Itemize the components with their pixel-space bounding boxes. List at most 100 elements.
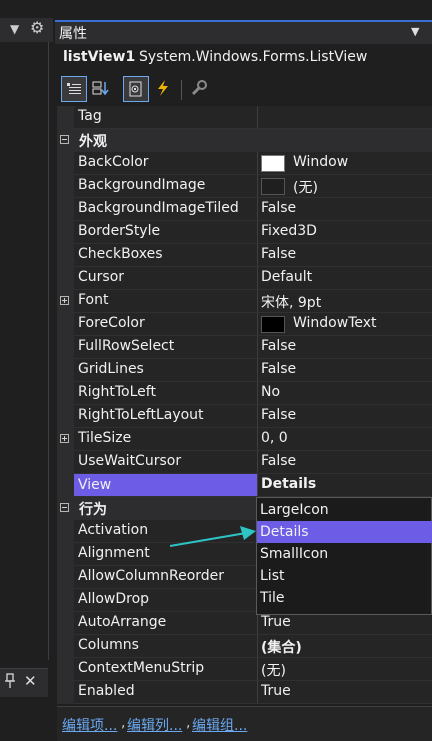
property-row-forecolor[interactable]: ForeColor WindowText [57, 313, 432, 336]
property-value[interactable]: No [261, 384, 280, 400]
property-value[interactable]: False [261, 200, 296, 216]
collapse-icon[interactable] [60, 135, 69, 144]
property-value[interactable]: False [261, 361, 296, 377]
column-divider[interactable] [257, 106, 258, 129]
category-appearance[interactable]: 外观 [57, 129, 432, 152]
dropdown-option-tile[interactable]: Tile [257, 587, 432, 609]
property-row-fullrowselect[interactable]: FullRowSelect False [57, 336, 432, 359]
row-gutter [57, 106, 74, 129]
property-value[interactable]: Details [261, 476, 316, 492]
property-name: Cursor [78, 269, 125, 285]
image-swatch [261, 178, 285, 195]
property-name: FullRowSelect [78, 338, 175, 354]
property-row-usewaitcursor[interactable]: UseWaitCursor False [57, 451, 432, 474]
property-value[interactable]: (无) [293, 177, 318, 197]
object-selector[interactable]: listView1 System.Windows.Forms.ListView [57, 46, 432, 70]
property-name: ContextMenuStrip [78, 660, 205, 676]
panel-title: 属性 [59, 26, 87, 42]
dropdown-option-details[interactable]: Details [257, 521, 432, 543]
property-name: AllowColumnReorder [78, 568, 225, 584]
property-row-view[interactable]: View Details [57, 474, 432, 497]
property-value[interactable]: Fixed3D [261, 223, 317, 239]
property-value[interactable]: False [261, 338, 296, 354]
alphabetical-view-button[interactable] [89, 76, 113, 100]
expand-icon[interactable] [60, 296, 69, 305]
property-value[interactable]: True [261, 614, 291, 630]
property-row-gridlines[interactable]: GridLines False [57, 359, 432, 382]
property-value[interactable]: (集合) [261, 637, 302, 657]
property-name: GridLines [78, 361, 144, 377]
properties-view-button[interactable] [123, 76, 149, 102]
property-name: Enabled [78, 683, 135, 699]
edit-groups-link[interactable]: 编辑组... [192, 715, 247, 735]
property-row-righttoleft[interactable]: RightToLeft No [57, 382, 432, 405]
property-name: Tag [78, 108, 102, 124]
property-row-font[interactable]: Font 宋体, 9pt [57, 290, 432, 313]
color-swatch [261, 316, 285, 333]
property-name: UseWaitCursor [78, 453, 182, 469]
property-row-tilesize[interactable]: TileSize 0, 0 [57, 428, 432, 451]
collapse-icon[interactable] [60, 503, 69, 512]
designer-verbs-bar: 编辑项... , 编辑列... , 编辑组... [57, 706, 432, 741]
property-name: AllowDrop [78, 591, 150, 607]
expand-icon[interactable] [60, 434, 69, 443]
dropdown-option-smallicon[interactable]: SmallIcon [257, 543, 432, 565]
property-name: BackColor [78, 154, 149, 170]
property-name: ForeColor [78, 315, 145, 331]
property-value[interactable]: True [261, 683, 291, 699]
property-value[interactable]: WindowText [293, 315, 377, 331]
close-icon[interactable]: ✕ [24, 672, 37, 690]
property-name: AutoArrange [78, 614, 167, 630]
property-name: BackgroundImage [78, 177, 206, 193]
property-row-enabled[interactable]: Enabled True [57, 681, 432, 704]
property-row-contextmenustrip[interactable]: ContextMenuStrip (无) [57, 658, 432, 681]
property-name: TileSize [78, 430, 132, 446]
dropdown-option-list[interactable]: List [257, 565, 432, 587]
object-name: listView1 [63, 49, 136, 65]
property-value[interactable]: 宋体, 9pt [261, 292, 321, 312]
category-label: 行为 [79, 502, 107, 518]
property-row-backgroundimagetiled[interactable]: BackgroundImageTiled False [57, 198, 432, 221]
dropdown-option-largeicon[interactable]: LargeIcon [257, 499, 432, 521]
property-row-tag[interactable]: Tag [57, 106, 432, 129]
toolbar-separator [181, 80, 182, 100]
property-row-backcolor[interactable]: BackColor Window [57, 152, 432, 175]
property-value[interactable]: False [261, 453, 296, 469]
chevron-down-icon[interactable]: ▼ [411, 25, 419, 38]
left-tool-window-header: ▼ ⚙ [0, 18, 53, 42]
property-name: View [74, 474, 257, 497]
left-tool-window-footer: ✕ [0, 668, 48, 697]
property-name: BorderStyle [78, 223, 161, 239]
property-row-cursor[interactable]: Cursor Default [57, 267, 432, 290]
property-row-backgroundimage[interactable]: BackgroundImage (无) [57, 175, 432, 198]
color-swatch [261, 155, 285, 172]
properties-title-bar: 属性 ▼ [55, 20, 432, 44]
events-view-button[interactable] [151, 76, 175, 100]
categorized-view-button[interactable] [61, 76, 87, 102]
link-separator: , [186, 715, 191, 731]
property-row-checkboxes[interactable]: CheckBoxes False [57, 244, 432, 267]
property-name: RightToLeftLayout [78, 407, 204, 423]
chevron-down-icon[interactable]: ▼ [10, 22, 19, 36]
object-type: System.Windows.Forms.ListView [139, 49, 368, 65]
property-value[interactable]: Window [293, 154, 348, 170]
edit-columns-link[interactable]: 编辑列... [127, 715, 182, 735]
pin-icon[interactable] [4, 673, 16, 693]
property-row-autoarrange[interactable]: AutoArrange True [57, 612, 432, 635]
property-row-borderstyle[interactable]: BorderStyle Fixed3D [57, 221, 432, 244]
gear-icon[interactable]: ⚙ [30, 18, 44, 37]
view-dropdown-list[interactable]: LargeIcon Details SmallIcon List Tile [256, 497, 432, 615]
property-row-columns[interactable]: Columns (集合) [57, 635, 432, 658]
property-value[interactable]: Default [261, 269, 312, 285]
properties-toolbar [57, 74, 432, 104]
categorized-icon [67, 83, 81, 94]
property-value[interactable]: False [261, 407, 296, 423]
property-row-righttoleftlayout[interactable]: RightToLeftLayout False [57, 405, 432, 428]
annotation-arrow [169, 526, 256, 547]
edit-items-link[interactable]: 编辑项... [62, 715, 117, 735]
property-pages-button[interactable] [187, 76, 211, 100]
property-value[interactable]: (无) [261, 660, 286, 680]
lightning-icon [158, 80, 168, 96]
property-value[interactable]: 0, 0 [261, 430, 288, 446]
property-value[interactable]: False [261, 246, 296, 262]
